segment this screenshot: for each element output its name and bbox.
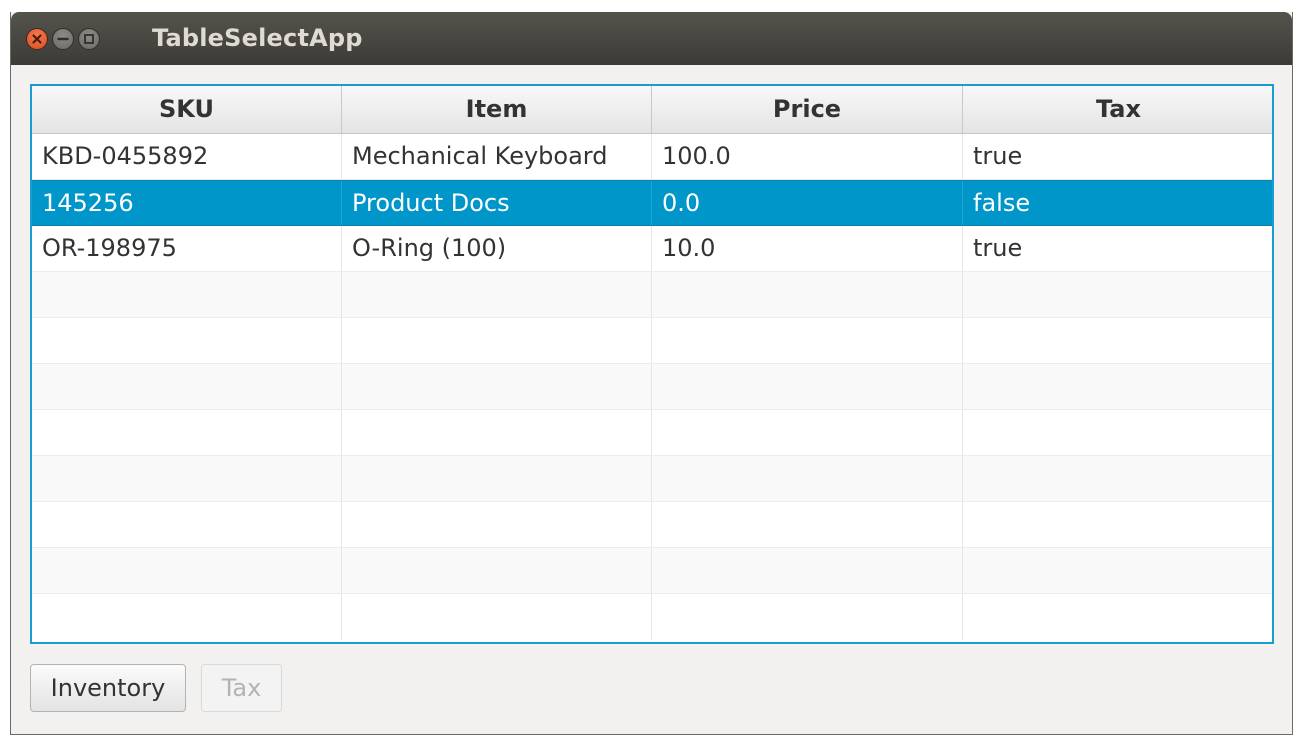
cell-item: Mechanical Keyboard [342,134,652,179]
empty-cell [342,272,652,317]
empty-cell [652,548,963,593]
title-bar[interactable]: TableSelectApp [11,12,1292,65]
cell-price: 0.0 [652,181,963,225]
cell-item: Product Docs [342,181,652,225]
table-header: SKU Item Price Tax [32,86,1272,134]
empty-cell [342,594,652,640]
empty-cell [32,594,342,640]
empty-cell [32,318,342,363]
column-header-tax[interactable]: Tax [963,86,1272,133]
minimize-window-button[interactable] [52,28,74,50]
close-window-button[interactable] [26,28,48,50]
empty-cell [963,502,1272,547]
app-window: TableSelectApp SKU Item Price Tax KBD-04… [10,12,1293,735]
column-header-item[interactable]: Item [342,86,652,133]
column-header-price[interactable]: Price [652,86,963,133]
empty-cell [652,364,963,409]
table-row[interactable]: OR-198975 O-Ring (100) 10.0 true [32,226,1272,272]
empty-cell [342,410,652,455]
cell-price: 100.0 [652,134,963,179]
cell-item: O-Ring (100) [342,226,652,271]
empty-row [32,272,1272,318]
empty-cell [652,594,963,640]
empty-cell [32,548,342,593]
empty-cell [342,456,652,501]
empty-cell [32,272,342,317]
empty-cell [963,594,1272,640]
empty-row [32,594,1272,640]
empty-row [32,548,1272,594]
table-row[interactable]: KBD-0455892 Mechanical Keyboard 100.0 tr… [32,134,1272,180]
empty-cell [652,318,963,363]
empty-cell [342,364,652,409]
tax-button-disabled: Tax [201,664,282,712]
maximize-window-button[interactable] [78,28,100,50]
empty-cell [963,456,1272,501]
cell-tax: true [973,142,1023,170]
empty-cell [963,272,1272,317]
empty-cell [342,502,652,547]
maximize-icon [84,34,94,44]
empty-cell [342,318,652,363]
empty-cell [963,410,1272,455]
empty-row [32,318,1272,364]
empty-row [32,410,1272,456]
table-row-selected[interactable]: 145256 Product Docs 0.0 false [32,180,1272,226]
cell-tax: false [973,189,1031,217]
column-header-sku[interactable]: SKU [32,86,342,133]
empty-cell [652,456,963,501]
empty-cell [32,502,342,547]
empty-cell [652,502,963,547]
empty-cell [652,410,963,455]
empty-cell [342,548,652,593]
minimize-icon [57,37,69,41]
empty-row [32,364,1272,410]
close-icon [32,34,42,44]
inventory-button[interactable]: Inventory [30,664,186,712]
cell-sku: OR-198975 [32,226,342,271]
empty-row [32,502,1272,548]
inventory-table[interactable]: SKU Item Price Tax KBD-0455892 Mechanica… [30,84,1274,644]
empty-cell [963,548,1272,593]
empty-cell [652,272,963,317]
empty-cell [32,410,342,455]
cell-price: 10.0 [652,226,963,271]
cell-sku: KBD-0455892 [32,134,342,179]
empty-cell [963,318,1272,363]
empty-cell [32,364,342,409]
empty-cell [32,456,342,501]
cell-tax: true [973,234,1023,262]
cell-sku: 145256 [32,181,342,225]
empty-cell [963,364,1272,409]
empty-row [32,456,1272,502]
window-title: TableSelectApp [152,24,363,52]
